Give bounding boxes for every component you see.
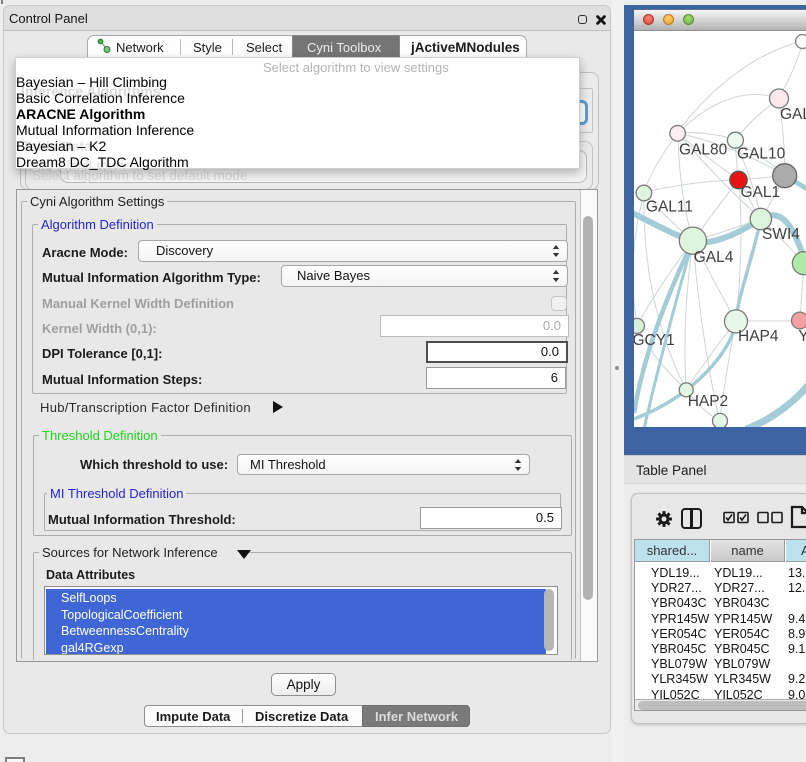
svg-text:GAL10: GAL10 <box>737 146 786 163</box>
svg-text:GAL11: GAL11 <box>646 199 693 216</box>
svg-text:GAL4: GAL4 <box>694 249 734 266</box>
svg-text:GCY1: GCY1 <box>634 332 675 349</box>
svg-text:GAL1: GAL1 <box>741 184 781 201</box>
svg-text:YD: YD <box>798 328 806 345</box>
svg-text:SWI4: SWI4 <box>762 226 800 243</box>
svg-text:GAL7: GAL7 <box>780 106 806 123</box>
svg-text:GAL80: GAL80 <box>679 142 728 159</box>
svg-text:HAP4: HAP4 <box>738 328 779 345</box>
svg-text:HAP2: HAP2 <box>688 393 729 410</box>
